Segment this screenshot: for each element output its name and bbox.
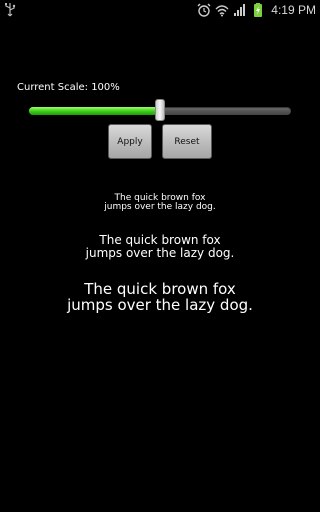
wifi-icon (215, 5, 229, 17)
slider-thumb[interactable] (155, 99, 165, 121)
sample-line-2: jumps over the lazy dog. (85, 245, 235, 260)
sample-text-small: The quick brown fox jumps over the lazy … (0, 193, 320, 213)
sample-text-large: The quick brown fox jumps over the lazy … (0, 281, 320, 314)
scale-slider[interactable] (29, 99, 291, 121)
battery-charging-icon (254, 3, 263, 17)
status-bar: 4:19 PM (0, 0, 320, 20)
status-time: 4:19 PM (271, 3, 316, 17)
signal-icon (234, 4, 246, 16)
alarm-icon (197, 3, 211, 17)
apply-button[interactable]: Apply (108, 124, 152, 159)
usb-icon (5, 3, 16, 17)
sample-line-2: jumps over the lazy dog. (67, 295, 253, 314)
status-icons: 4:19 PM (197, 0, 316, 20)
sample-line-2: jumps over the lazy dog. (104, 202, 216, 213)
sample-text-medium: The quick brown fox jumps over the lazy … (0, 234, 320, 259)
current-scale-label: Current Scale: 100% (17, 82, 120, 93)
slider-fill (29, 107, 160, 115)
sample-line-1: The quick brown fox (99, 233, 221, 247)
reset-button[interactable]: Reset (162, 124, 212, 159)
